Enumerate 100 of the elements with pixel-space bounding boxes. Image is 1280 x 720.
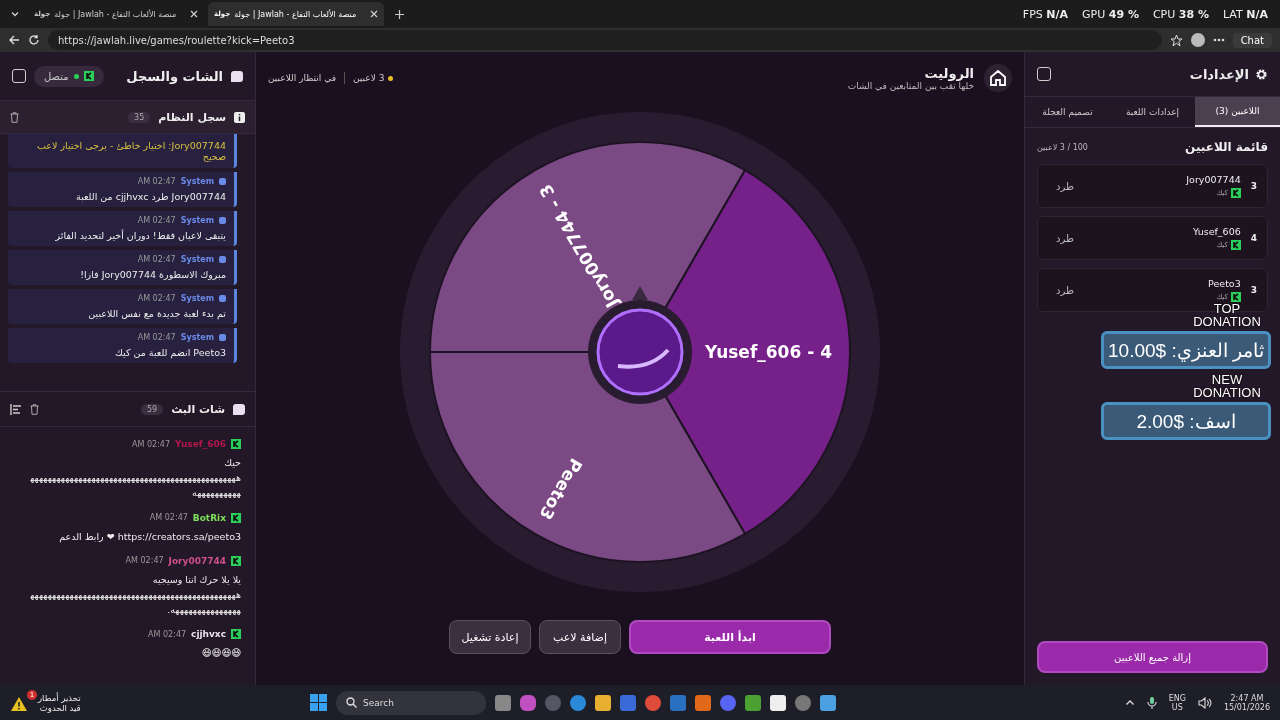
username: Jory007744	[168, 555, 226, 566]
sender-name: System	[180, 177, 214, 186]
chat-icon	[233, 403, 245, 415]
section-title: سجل النظام	[158, 110, 226, 124]
microphone-icon[interactable]	[1146, 695, 1157, 710]
trash-icon[interactable]	[10, 111, 19, 123]
list-title: قائمة اللاعبين	[1185, 140, 1268, 154]
platform-icon	[1230, 240, 1241, 250]
kick-button[interactable]: طرد	[1048, 280, 1082, 300]
back-icon[interactable]	[8, 34, 20, 46]
game-title: الروليت	[923, 65, 974, 81]
settings-tab[interactable]: اللاعبين (3)	[1195, 97, 1280, 127]
message-time: AM 02:47	[149, 513, 188, 523]
player-number: 3	[1250, 285, 1257, 295]
segment-label: Yusef_606 - 4	[705, 342, 832, 362]
star-icon[interactable]	[1169, 33, 1183, 47]
sender-name: System	[180, 255, 214, 264]
platform-icon	[231, 512, 241, 523]
settings-icon	[1255, 67, 1268, 81]
settings-tab[interactable]: تصميم العجلة	[1025, 97, 1110, 127]
bot-icon	[219, 217, 226, 224]
close-icon[interactable]	[370, 10, 378, 18]
chat-message: حيك ههههههههههههههههههههههههههههههههههههههههههههههههههههههههههه	[30, 456, 241, 501]
info-icon	[234, 111, 245, 123]
log-text: تم بدء لعبة جديدة مع نفس اللاعبين	[87, 308, 226, 319]
count-badge: 59	[140, 403, 164, 415]
player-name: Jory007744	[1186, 174, 1241, 185]
chat-button[interactable]: Chat	[1232, 32, 1272, 48]
collapse-panel-icon[interactable]	[1037, 67, 1051, 81]
player-capacity: 100 / 3 لاعبين	[1037, 142, 1088, 152]
message-time: AM 02:47	[137, 255, 176, 264]
trash-icon[interactable]	[30, 403, 39, 415]
region-code[interactable]: US	[1171, 702, 1183, 712]
message-time: AM 02:47	[125, 556, 164, 566]
kick-button[interactable]: طرد	[1048, 228, 1082, 248]
bot-icon	[219, 178, 226, 185]
clock-date[interactable]: 15/01/2026	[1223, 702, 1270, 712]
chat-app-icon[interactable]	[720, 694, 736, 711]
stat-reading: GPU 49 %	[1082, 7, 1139, 21]
username: Yusef_606	[175, 439, 226, 449]
player-count: 3 لاعبين	[353, 73, 394, 83]
profile-avatar[interactable]	[1190, 33, 1205, 47]
remove-all-button[interactable]: إزالة جميع اللاعبين	[1037, 641, 1268, 673]
log-text: يتبقى لاعبان فقط! دوران أخير لتحديد الفائز	[54, 230, 226, 241]
log-text: مبروك الاسطورة Jory007744 فازا!	[79, 269, 226, 280]
bot-icon	[219, 334, 226, 341]
platform-icon	[83, 71, 94, 81]
message-time: AM 02:47	[137, 294, 176, 303]
align-icon[interactable]	[10, 403, 22, 415]
section-title: شات البث	[171, 402, 225, 416]
task-view-icon[interactable]	[495, 694, 511, 711]
browser-icon[interactable]	[570, 694, 586, 711]
connection-status: متصل	[44, 70, 69, 82]
mail-icon[interactable]	[670, 694, 686, 711]
donation-heading: NEW DONATION	[1192, 373, 1262, 399]
platform-icon	[1230, 292, 1241, 302]
message-time: AM 02:47	[137, 177, 176, 186]
search-field[interactable]: Search	[336, 690, 486, 715]
warning-icon[interactable]	[10, 696, 28, 712]
reload-icon[interactable]	[28, 34, 40, 46]
player-number: 3	[1250, 181, 1257, 191]
player-name: Peeto3	[1208, 278, 1241, 289]
tab-title: جولة | Jawlah - منصة الألعاب التفاع	[234, 9, 358, 19]
weather-status: قيد الحدوث	[39, 702, 81, 713]
donation-heading: TOP DONATION	[1192, 302, 1262, 328]
language-code[interactable]: ENG	[1168, 693, 1186, 703]
assistant-icon[interactable]	[520, 694, 536, 711]
game-subtitle: خلها تقب بين المتابعين في الشات	[847, 80, 974, 91]
window-app-icon[interactable]	[820, 694, 836, 711]
platform-icon	[231, 629, 241, 640]
player-number: 4	[1250, 233, 1257, 243]
volume-icon[interactable]	[1197, 696, 1212, 709]
chat-message: 😆😆😆😆	[200, 646, 241, 661]
message-time: AM 02:47	[137, 333, 176, 342]
weather-title: تحذير أمطار	[38, 692, 81, 703]
tab-title: جولة | Jawlah - منصة الألعاب التفاع	[54, 9, 178, 19]
kick-button[interactable]: طرد	[1048, 176, 1082, 196]
message-time: AM 02:47	[132, 439, 171, 449]
more-icon[interactable]	[1212, 38, 1225, 42]
settings-tab[interactable]: إعدادات اللعبة	[1110, 97, 1195, 127]
store-icon[interactable]	[620, 694, 636, 711]
game-button[interactable]: إضافة لاعب	[539, 620, 621, 654]
collapse-panel-icon[interactable]	[12, 69, 26, 83]
donation-box: اسف: $2.00	[1101, 402, 1271, 440]
message-time: AM 02:47	[137, 216, 176, 225]
status-dot	[73, 73, 79, 79]
game-button[interactable]: إعادة تشغيل	[449, 620, 531, 654]
game-button[interactable]: ابدأ اللعبة	[629, 620, 831, 654]
clock-time[interactable]: 2:47 AM	[1230, 693, 1264, 703]
game-status: في انتظار اللاعبين	[268, 73, 336, 83]
player-name: Yusef_606	[1192, 226, 1241, 237]
chat-icon	[231, 70, 243, 82]
folder-icon[interactable]	[595, 694, 611, 711]
search-icon	[346, 697, 357, 708]
start-icon[interactable]	[310, 694, 327, 711]
address-field[interactable]: https://jawlah.live/games/roulette?kick=Peeto3	[48, 30, 1162, 50]
stat-reading: CPU 38 %	[1152, 7, 1209, 21]
platform-icon	[231, 555, 241, 566]
close-icon[interactable]	[190, 10, 198, 18]
home-icon[interactable]	[984, 64, 1012, 92]
